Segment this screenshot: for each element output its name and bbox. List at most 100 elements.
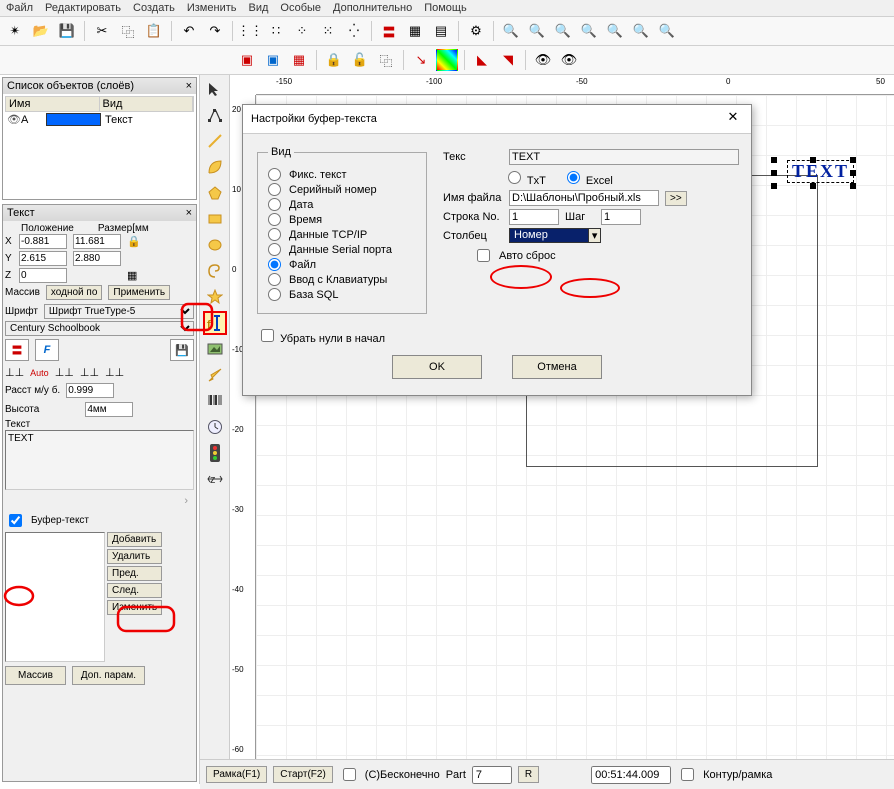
buffer-list[interactable] <box>5 532 105 662</box>
open-icon[interactable]: 📂 <box>30 20 52 42</box>
spacing1-icon[interactable]: ⊥⊥ <box>5 366 24 379</box>
array-button[interactable]: Массив <box>5 666 66 685</box>
infinite-checkbox[interactable] <box>343 768 356 781</box>
color-swatch[interactable] <box>46 113 101 126</box>
paste-icon[interactable]: 📋 <box>143 20 165 42</box>
pointer-icon[interactable] <box>203 77 227 101</box>
unlock-icon[interactable]: 🔓 <box>349 49 371 71</box>
radio-excel[interactable] <box>567 171 580 184</box>
node-edit-icon[interactable] <box>203 103 227 127</box>
new-icon[interactable]: ✴ <box>4 20 26 42</box>
cut-icon[interactable]: ✂ <box>91 20 113 42</box>
menu-view[interactable]: Вид <box>248 2 268 14</box>
grid-icon[interactable]: ▦ <box>404 20 426 42</box>
layers-icon[interactable]: ▤ <box>430 20 452 42</box>
menu-special[interactable]: Особые <box>280 2 321 14</box>
hatch-icon[interactable]: 〓 <box>378 20 400 42</box>
menu-edit[interactable]: Редактировать <box>45 2 121 14</box>
chevron-down-icon[interactable]: ▾ <box>588 229 601 242</box>
text-tool-icon[interactable]: f <box>203 311 227 335</box>
origin-icon[interactable]: ↘ <box>410 49 432 71</box>
column-select[interactable]: Номер▾ <box>509 228 601 243</box>
save-icon[interactable]: 💾 <box>56 20 78 42</box>
mirror-v-icon[interactable]: ◥ <box>497 49 519 71</box>
filename-input[interactable] <box>509 190 659 206</box>
settings-icon[interactable]: ⚙ <box>465 20 487 42</box>
part-input[interactable] <box>472 766 512 784</box>
redo-icon[interactable]: ↷ <box>204 20 226 42</box>
dimension-icon[interactable]: z <box>203 467 227 491</box>
cancel-button[interactable]: Отмена <box>512 355 602 379</box>
lock-icon[interactable]: 🔒 <box>323 49 345 71</box>
zoom-ext-icon[interactable]: 🔍 <box>656 20 678 42</box>
next-button[interactable]: След. <box>107 583 162 598</box>
save-font-icon[interactable]: 💾 <box>170 339 194 361</box>
step-input[interactable] <box>601 209 641 225</box>
lock-icon[interactable]: 🔒 <box>127 235 147 248</box>
apply-button[interactable]: Применить <box>108 285 170 300</box>
text-textarea[interactable]: TEXT <box>5 430 194 490</box>
menu-extra[interactable]: Дополнительно <box>333 2 412 14</box>
copy-icon[interactable]: ⿻ <box>117 20 139 42</box>
text-object[interactable]: TEXT <box>787 160 854 183</box>
radio-tcp[interactable] <box>268 228 281 241</box>
spacing4-icon[interactable]: ⊥⊥ <box>105 366 124 379</box>
trim-zeros-checkbox[interactable] <box>261 329 274 342</box>
menu-change[interactable]: Изменить <box>187 2 237 14</box>
y-size-input[interactable] <box>73 251 121 266</box>
menu-file[interactable]: Файл <box>6 2 33 14</box>
hatch-icon[interactable]: 〓 <box>5 339 29 361</box>
zoom-sel-icon[interactable]: 🔍 <box>578 20 600 42</box>
ok-button[interactable]: OK <box>392 355 482 379</box>
zoom-out-icon[interactable]: 🔍 <box>526 20 548 42</box>
spacing2-icon[interactable]: ⊥⊥ <box>55 366 74 379</box>
italic-icon[interactable]: F <box>35 339 59 361</box>
zoom-fit-icon[interactable]: 🔍 <box>552 20 574 42</box>
close-icon[interactable]: × <box>186 80 192 92</box>
menu-create[interactable]: Создать <box>133 2 175 14</box>
z-input[interactable] <box>19 268 67 283</box>
contour-checkbox[interactable] <box>681 768 694 781</box>
input-button[interactable]: ходной по <box>46 285 103 300</box>
dots5-icon[interactable]: ⁛ <box>343 20 365 42</box>
curve-icon[interactable] <box>203 155 227 179</box>
radio-serialport[interactable] <box>268 243 281 256</box>
radio-file[interactable] <box>268 258 281 271</box>
copy2-icon[interactable]: ⿻ <box>375 49 397 71</box>
traffic-icon[interactable] <box>203 441 227 465</box>
clock-icon[interactable] <box>203 415 227 439</box>
eye-on-icon[interactable]: 👁 <box>532 49 554 71</box>
color-icon[interactable] <box>436 49 458 71</box>
star-icon[interactable] <box>203 285 227 309</box>
line-icon[interactable] <box>203 129 227 153</box>
vector-icon[interactable] <box>203 363 227 387</box>
prev-button[interactable]: Пред. <box>107 566 162 581</box>
spiral-icon[interactable] <box>203 259 227 283</box>
undo-icon[interactable]: ↶ <box>178 20 200 42</box>
sel-type-icon[interactable]: ▣ <box>262 49 284 71</box>
buffer-checkbox[interactable] <box>9 514 22 527</box>
extra-button[interactable]: Доп. парам. <box>72 666 145 685</box>
object-row[interactable]: 👁 A Текст <box>5 112 194 127</box>
zoom-all-icon[interactable]: 🔍 <box>604 20 626 42</box>
change-button[interactable]: Изменить <box>107 600 162 615</box>
polygon-icon[interactable] <box>203 181 227 205</box>
radio-sql[interactable] <box>268 288 281 301</box>
spacing-auto[interactable]: Auto <box>30 368 49 378</box>
ellipse-icon[interactable] <box>203 233 227 257</box>
r-button[interactable]: R <box>518 766 539 783</box>
dots4-icon[interactable]: ⁙ <box>317 20 339 42</box>
sel-inv-icon[interactable]: ▦ <box>288 49 310 71</box>
mirror-h-icon[interactable]: ◣ <box>471 49 493 71</box>
eye-icon[interactable]: 👁 <box>7 113 21 126</box>
dots3-icon[interactable]: ⁘ <box>291 20 313 42</box>
row-input[interactable] <box>509 209 559 225</box>
auto-reset-checkbox[interactable] <box>477 249 490 262</box>
image-icon[interactable] <box>203 337 227 361</box>
height-input[interactable] <box>85 402 133 417</box>
close-icon[interactable]: ✕ <box>723 109 743 129</box>
add-button[interactable]: Добавить <box>107 532 162 547</box>
sel-all-icon[interactable]: ▣ <box>236 49 258 71</box>
radio-date[interactable] <box>268 198 281 211</box>
dots2-icon[interactable]: ∷ <box>265 20 287 42</box>
